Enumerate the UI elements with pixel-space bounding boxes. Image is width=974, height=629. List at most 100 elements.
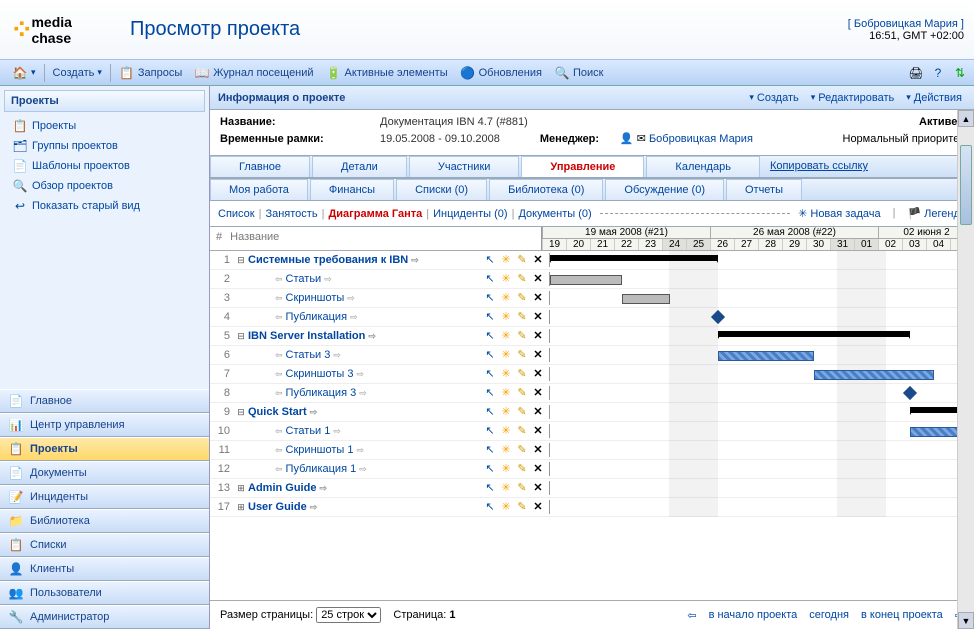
edit-icon[interactable]: ✎	[515, 500, 529, 514]
delete-icon[interactable]: ✕	[531, 424, 545, 438]
edit-icon[interactable]: ✎	[515, 405, 529, 419]
delete-icon[interactable]: ✕	[531, 386, 545, 400]
task-name[interactable]: ⇦Публикация 3⇨	[248, 387, 439, 399]
goto-icon[interactable]: ↖	[483, 386, 497, 400]
expand-icon[interactable]: ⊞	[234, 502, 248, 513]
tree-item-2[interactable]: 📄Шаблоны проектов	[12, 156, 201, 176]
milestone-icon[interactable]	[711, 309, 725, 323]
goto-icon[interactable]: ↖	[483, 253, 497, 267]
nav-item-5[interactable]: 📁Библиотека	[0, 509, 209, 533]
goto-icon[interactable]: ↖	[483, 310, 497, 324]
create-button[interactable]: Создать ▾	[47, 67, 108, 79]
edit-icon[interactable]: ✎	[515, 272, 529, 286]
delete-icon[interactable]: ✕	[531, 462, 545, 476]
scroll-up-icon[interactable]: ▲	[958, 110, 974, 127]
tree-item-4[interactable]: ↩Показать старый вид	[12, 196, 201, 216]
delete-icon[interactable]: ✕	[531, 443, 545, 457]
task-name[interactable]: ⇦Скриншоты 1⇨	[248, 444, 439, 456]
task-name[interactable]: ⇦Статьи⇨	[248, 273, 439, 285]
tree-item-3[interactable]: 🔍Обзор проектов	[12, 176, 201, 196]
nav-item-2[interactable]: 📋Проекты	[0, 437, 209, 461]
nav-item-0[interactable]: 📄Главное	[0, 389, 209, 413]
expand-icon[interactable]: ⊟	[234, 255, 248, 266]
visitlog-button[interactable]: 📖Журнал посещений	[188, 65, 319, 81]
task-name[interactable]: ⇦Скриншоты 3⇨	[248, 368, 439, 380]
nav-item-7[interactable]: 👤Клиенты	[0, 557, 209, 581]
gantt-bar[interactable]	[550, 275, 622, 285]
goto-icon[interactable]: ↖	[483, 272, 497, 286]
expand-icon[interactable]: ⊟	[234, 407, 248, 418]
task-name[interactable]: ⇦Публикация 1⇨	[248, 463, 439, 475]
edit-icon[interactable]: ✎	[515, 348, 529, 362]
task-name[interactable]: ⇦Публикация⇨	[248, 311, 439, 323]
delete-icon[interactable]: ✕	[531, 481, 545, 495]
help-icon[interactable]: ?	[930, 65, 946, 81]
task-name[interactable]: ⇦Статьи 1⇨	[248, 425, 439, 437]
tab-tabs2-1[interactable]: Финансы	[310, 179, 394, 200]
fav-icon[interactable]: ✳	[499, 253, 513, 267]
task-name[interactable]: Quick Start⇨	[248, 406, 439, 418]
fav-icon[interactable]: ✳	[499, 424, 513, 438]
goto-icon[interactable]: ↖	[483, 500, 497, 514]
subtab-action-0[interactable]: ✳ Новая задача	[798, 207, 880, 220]
subtab-2[interactable]: Диаграмма Ганта	[328, 208, 422, 220]
print-icon[interactable]: 🖨	[908, 65, 924, 81]
tab-tabs2-0[interactable]: Моя работа	[210, 179, 308, 200]
fav-icon[interactable]: ✳	[499, 500, 513, 514]
tab-tabs2-4[interactable]: Обсуждение (0)	[605, 179, 724, 200]
goto-icon[interactable]: ↖	[483, 424, 497, 438]
task-name[interactable]: Системные требования к IBN⇨	[248, 254, 439, 266]
arrows-icon[interactable]: ⇅	[952, 65, 968, 81]
gantt-bar[interactable]	[622, 294, 670, 304]
gantt-bar[interactable]	[550, 255, 718, 261]
fav-icon[interactable]: ✳	[499, 443, 513, 457]
task-name[interactable]: User Guide⇨	[248, 501, 439, 513]
nav-item-4[interactable]: 📝Инциденты	[0, 485, 209, 509]
requests-button[interactable]: 📋Запросы	[113, 65, 188, 81]
milestone-icon[interactable]	[903, 385, 917, 399]
delete-icon[interactable]: ✕	[531, 291, 545, 305]
fav-icon[interactable]: ✳	[499, 462, 513, 476]
delete-icon[interactable]: ✕	[531, 253, 545, 267]
goto-icon[interactable]: ↖	[483, 405, 497, 419]
delete-icon[interactable]: ✕	[531, 405, 545, 419]
edit-icon[interactable]: ✎	[515, 443, 529, 457]
edit-icon[interactable]: ✎	[515, 329, 529, 343]
gantt-bar[interactable]	[718, 331, 910, 337]
nav-item-6[interactable]: 📋Списки	[0, 533, 209, 557]
pagesize-select[interactable]: 25 строк	[316, 607, 381, 623]
fav-icon[interactable]: ✳	[499, 367, 513, 381]
home-button[interactable]: 🏠▾	[6, 65, 42, 81]
edit-icon[interactable]: ✎	[515, 291, 529, 305]
tab-tabs1-5[interactable]: Копировать ссылку	[762, 156, 876, 177]
delete-icon[interactable]: ✕	[531, 367, 545, 381]
subtab-1[interactable]: Занятость	[265, 208, 317, 220]
task-name[interactable]: Admin Guide⇨	[248, 482, 439, 494]
goto-icon[interactable]: ↖	[483, 291, 497, 305]
task-name[interactable]: ⇦Статьи 3⇨	[248, 349, 439, 361]
nav-prev-icon[interactable]: ⇦	[687, 609, 696, 622]
panel-action-0[interactable]: ▾ Создать	[745, 92, 802, 104]
edit-icon[interactable]: ✎	[515, 424, 529, 438]
fav-icon[interactable]: ✳	[499, 386, 513, 400]
gantt-bar[interactable]	[814, 370, 934, 380]
edit-icon[interactable]: ✎	[515, 462, 529, 476]
tree-item-1[interactable]: 🗂Группы проектов	[12, 136, 201, 156]
tab-tabs1-1[interactable]: Детали	[312, 156, 407, 177]
subtab-3[interactable]: Инциденты (0)	[433, 208, 507, 220]
panel-action-2[interactable]: ▾ Действия	[902, 92, 966, 104]
tab-tabs1-0[interactable]: Главное	[210, 156, 310, 177]
fav-icon[interactable]: ✳	[499, 405, 513, 419]
active-elements-button[interactable]: 🔋Активные элементы	[320, 65, 454, 81]
fav-icon[interactable]: ✳	[499, 348, 513, 362]
fav-icon[interactable]: ✳	[499, 291, 513, 305]
edit-icon[interactable]: ✎	[515, 253, 529, 267]
task-name[interactable]: ⇦Скриншоты⇨	[248, 292, 439, 304]
footer-nav-1[interactable]: сегодня	[809, 609, 849, 622]
goto-icon[interactable]: ↖	[483, 367, 497, 381]
fav-icon[interactable]: ✳	[499, 329, 513, 343]
manager-link[interactable]: Бобровицкая Мария	[649, 133, 753, 145]
search-button[interactable]: 🔍Поиск	[548, 65, 609, 81]
nav-item-1[interactable]: 📊Центр управления	[0, 413, 209, 437]
delete-icon[interactable]: ✕	[531, 348, 545, 362]
